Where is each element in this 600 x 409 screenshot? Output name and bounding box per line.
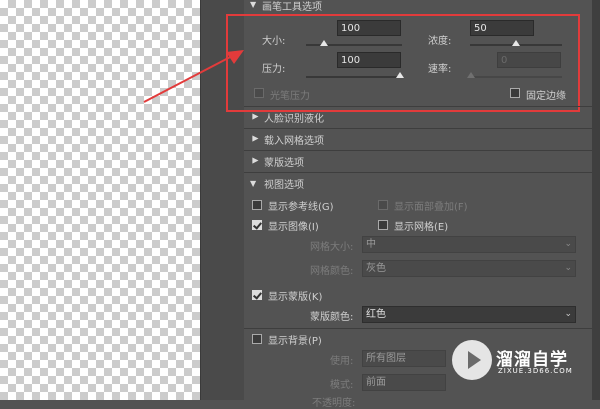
opacity-label: 不透明度:	[312, 398, 356, 409]
mask-color-label: 蒙版颜色:	[310, 312, 354, 323]
show-image-checkbox[interactable]	[252, 220, 262, 230]
use-label: 使用:	[330, 356, 354, 367]
mode-value: 前面	[366, 377, 386, 388]
show-mesh-checkbox[interactable]	[378, 220, 388, 230]
use-select[interactable]: 所有图层	[362, 350, 446, 367]
chevron-down-icon: ⌄	[564, 309, 572, 319]
show-mask-label: 显示蒙版(K)	[268, 292, 323, 303]
mesh-size-select[interactable]: 中 ⌄	[362, 236, 576, 253]
show-backdrop-checkbox[interactable]	[252, 334, 262, 344]
mask-color-value: 红色	[366, 309, 386, 320]
expand-arrow-icon[interactable]: ▼	[250, 0, 256, 9]
expand-arrow-icon[interactable]: ▼	[250, 179, 256, 188]
play-icon	[468, 351, 481, 369]
section-divider	[244, 128, 592, 129]
view-options-title[interactable]: 视图选项	[264, 176, 304, 191]
mesh-color-select[interactable]: 灰色 ⌄	[362, 260, 576, 277]
show-guides-label: 显示参考线(G)	[268, 202, 334, 213]
section-divider	[244, 106, 592, 107]
show-mask-checkbox[interactable]	[252, 290, 262, 300]
show-guides-checkbox[interactable]	[252, 200, 262, 210]
watermark-logo-icon	[452, 340, 492, 380]
mode-select[interactable]: 前面	[362, 374, 446, 391]
mode-label: 模式:	[330, 380, 354, 391]
annotation-arrow-icon	[143, 50, 244, 103]
show-mesh-label: 显示网格(E)	[394, 222, 449, 233]
collapse-arrow-icon[interactable]: ▼	[251, 113, 260, 119]
chevron-down-icon: ⌄	[564, 263, 572, 273]
section-divider	[244, 150, 592, 151]
face-aware-liquify-title[interactable]: 人脸识别液化	[264, 110, 324, 125]
mesh-color-value: 灰色	[366, 263, 386, 274]
collapse-arrow-icon[interactable]: ▼	[251, 135, 260, 141]
section-divider	[244, 328, 592, 329]
brush-tool-options-title[interactable]: 画笔工具选项	[262, 0, 322, 13]
panel-scrollbar[interactable]	[592, 0, 600, 400]
section-divider	[244, 172, 592, 173]
show-image-label: 显示图像(I)	[268, 222, 319, 233]
show-face-overlay-label: 显示面部叠加(F)	[394, 202, 468, 213]
mask-color-select[interactable]: 红色 ⌄	[362, 306, 576, 323]
show-backdrop-label: 显示背景(P)	[268, 336, 322, 347]
use-value: 所有图层	[366, 353, 406, 364]
mesh-size-label: 网格大小:	[310, 242, 354, 253]
annotation-highlight-box	[226, 14, 580, 112]
mask-options-title[interactable]: 蒙版选项	[264, 154, 304, 169]
watermark-subtitle: ZIXUE.3D66.COM	[498, 367, 573, 375]
load-mesh-options-title[interactable]: 载入网格选项	[264, 132, 324, 147]
mesh-size-value: 中	[366, 239, 376, 250]
show-face-overlay-checkbox[interactable]	[378, 200, 388, 210]
chevron-down-icon: ⌄	[564, 239, 572, 249]
mesh-color-label: 网格颜色:	[310, 266, 354, 277]
collapse-arrow-icon[interactable]: ▼	[251, 157, 260, 163]
